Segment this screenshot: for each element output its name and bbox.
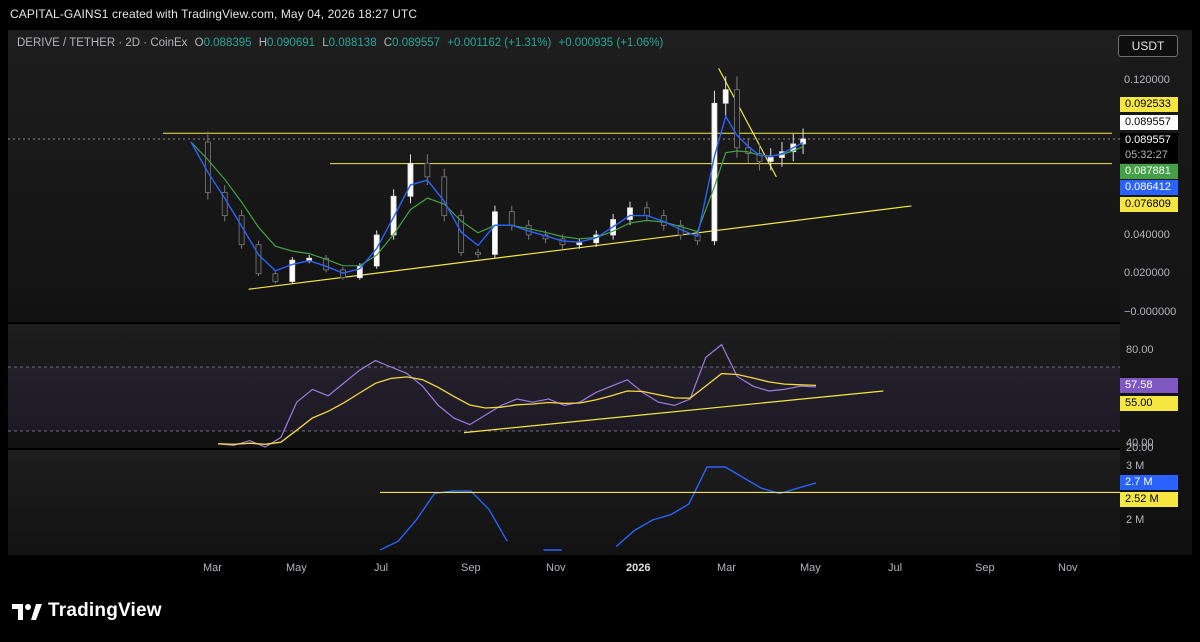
rsi-tag: 55.00 [1120,396,1178,411]
high-label: H [258,37,268,49]
trendline [718,68,777,178]
volume-tick-label: 3 M [1126,460,1145,472]
rsi-tick-label: 20.00 [1126,442,1154,454]
candle-body [492,211,498,255]
rsi-band [8,367,1120,431]
volume-ma-line [379,466,817,551]
price-tick-label: 0.040000 [1124,229,1170,241]
candle-body [722,89,729,104]
price-tag: 0.089557 [1120,115,1178,130]
volume-tick-label: 2 M [1126,514,1145,526]
open-label: O [194,37,204,49]
candle-body [407,162,414,197]
candle-body [711,102,718,242]
change-value-2: +0.000935 (+1.06%) [558,37,664,49]
chart-canvas [8,68,1120,551]
candle-body [643,207,650,217]
currency-button[interactable]: USDT [1118,35,1178,57]
change-value: +0.001162 (+1.31%) [447,37,552,49]
time-tick-label: Nov [1058,562,1078,574]
price-tick-label: 0.120000 [1124,74,1170,86]
candle-body [508,211,515,226]
price-tag: 0.089557 [1120,133,1178,148]
low-value: 0.088138 [328,37,377,49]
time-tick-label: Mar [717,562,736,574]
price-tag: 05:32:27 [1120,148,1178,163]
candle-body [734,89,740,149]
price-tag: 0.086412 [1120,180,1178,195]
rsi-tag: 57.58 [1120,378,1178,393]
time-tick-label: May [286,562,307,574]
close-value: 0.089557 [392,37,441,49]
time-tick-label: Nov [546,562,566,574]
candle-body [204,141,211,193]
candle-body [767,157,774,162]
candle-body [272,273,279,282]
price-tag: 0.092533 [1120,97,1178,112]
time-tick-label: May [800,562,821,574]
candle-body [475,252,481,255]
time-tick-label: Sep [975,562,995,574]
candle-body [306,257,313,261]
time-tick-label: Jul [374,562,389,574]
candle-body [627,207,633,220]
candle-body [390,195,397,236]
time-tick-label: Jul [888,562,903,574]
candle-body [255,244,262,275]
trendline [248,205,912,290]
candle-body [441,176,448,217]
price-tag: 0.087881 [1120,164,1178,179]
symbol-legend: DERIVE / TETHER · 2D · CoinEx O0.088395 … [17,37,663,49]
symbol-name[interactable]: DERIVE / TETHER · 2D · CoinEx [17,37,187,49]
close-label: C [383,37,393,49]
footer [0,584,1200,642]
price-tick-label: 0.020000 [1124,267,1170,279]
tradingview-logo-icon [12,604,42,620]
rsi-tick-label: 80.00 [1126,344,1154,356]
price-tag: 0.076809 [1120,197,1178,212]
time-tick-label: Mar [203,562,222,574]
time-tick-label: Sep [461,562,481,574]
high-value: 0.090691 [267,37,316,49]
time-tick-label: 2026 [626,562,651,574]
open-value: 0.088395 [203,37,252,49]
candle-body [424,162,431,178]
volume-tag: 2.7 M [1120,475,1178,490]
brand-name: TradingView [48,600,162,621]
volume-tag: 2.52 M [1120,492,1178,507]
price-tick-label: −0.000000 [1124,306,1177,318]
candle-body [576,242,583,246]
